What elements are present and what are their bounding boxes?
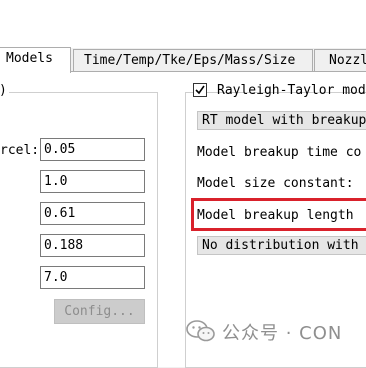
tab-strip-background — [0, 0, 366, 48]
tab-strip: Models Time/Temp/Tke/Eps/Mass/Size Nozzl — [0, 0, 366, 73]
check-icon — [195, 85, 205, 95]
tab-time-temp-label: Time/Temp/Tke/Eps/Mass/Size — [84, 53, 296, 68]
distribution-dropdown[interactable]: No distribution with — [197, 236, 366, 255]
field-3[interactable]: 0.61 — [40, 202, 145, 225]
left-groupbox — [0, 92, 158, 368]
tab-models[interactable]: Models — [0, 47, 71, 73]
left-group-caption: ) — [0, 83, 9, 98]
watermark-text: 公众号 · CON — [222, 323, 343, 344]
parcel-label: rcel: — [0, 143, 40, 158]
breakup-time-label: Model breakup time co — [197, 145, 362, 160]
tab-nozzle-label: Nozzl — [329, 53, 366, 68]
tab-nozzle[interactable]: Nozzl — [314, 49, 366, 71]
config-button[interactable]: Config... — [54, 299, 145, 324]
highlight-box — [191, 198, 366, 231]
size-constant-label: Model size constant: — [197, 176, 354, 191]
tab-time-temp[interactable]: Time/Temp/Tke/Eps/Mass/Size — [73, 49, 313, 71]
field-5[interactable]: 7.0 — [40, 266, 145, 289]
rt-model-dropdown[interactable]: RT model with breakup — [197, 111, 366, 130]
wechat-icon — [186, 320, 215, 342]
tab-models-label: Models — [6, 51, 53, 66]
field-1[interactable]: 0.05 — [40, 138, 145, 161]
field-2[interactable]: 1.0 — [40, 170, 145, 193]
rayleigh-taylor-label: Rayleigh-Taylor mod — [217, 83, 366, 98]
field-4[interactable]: 0.188 — [40, 234, 145, 257]
rayleigh-taylor-checkbox[interactable] — [193, 83, 207, 97]
